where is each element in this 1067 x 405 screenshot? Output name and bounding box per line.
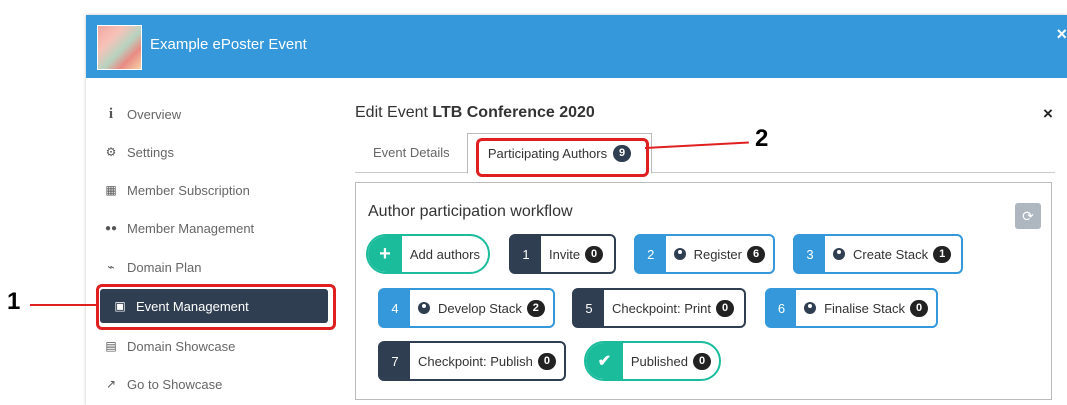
step-number: 3 — [795, 236, 825, 272]
user-icon — [833, 248, 845, 260]
step-create-stack[interactable]: 3 Create Stack 1 — [793, 234, 963, 274]
gear-icon: ⚙ — [105, 145, 117, 159]
sidebar-item-label: Settings — [127, 144, 174, 160]
sidebar-item-overview[interactable]: i Overview — [103, 102, 181, 126]
step-label: Checkpoint: Publish — [418, 353, 533, 369]
tab-event-details[interactable]: Event Details — [357, 133, 481, 172]
step-count-badge: 0 — [716, 299, 734, 317]
step-count-badge: 0 — [910, 299, 928, 317]
sidebar-item-label: Domain Showcase — [127, 338, 236, 354]
check-icon: ✔ — [586, 343, 623, 379]
user-icon — [418, 302, 430, 314]
tabs-divider — [355, 172, 1055, 173]
step-finalise-stack[interactable]: 6 Finalise Stack 0 — [765, 288, 938, 328]
step-checkpoint-print[interactable]: 5 Checkpoint: Print 0 — [572, 288, 746, 328]
step-number: 6 — [767, 290, 797, 326]
step-number: 2 — [636, 236, 666, 272]
tab-label: Event Details — [373, 145, 450, 160]
annotation-box-2 — [476, 138, 649, 177]
step-register[interactable]: 2 Register 6 — [634, 234, 775, 274]
step-count-badge: 6 — [747, 245, 765, 263]
step-label: Add authors — [409, 246, 480, 262]
workflow-title: Author participation workflow — [368, 203, 573, 220]
newspaper-icon: ▤ — [105, 339, 117, 353]
annotation-number-2: 2 — [755, 125, 769, 152]
sidebar-item-go-to-showcase[interactable]: ↗ Go to Showcase — [103, 372, 222, 396]
annotation-line-1 — [30, 304, 97, 306]
step-published[interactable]: ✔ Published 0 — [584, 341, 721, 381]
event-logo[interactable] — [97, 25, 142, 70]
paperclip-icon: ⌁ — [107, 260, 115, 274]
step-number: 4 — [380, 290, 410, 326]
qrcode-icon: ▦ — [105, 183, 117, 197]
users-icon: ●● — [104, 222, 118, 234]
external-link-icon: ↗ — [105, 377, 117, 391]
page-title-prefix: Edit Event — [355, 104, 428, 121]
step-label: Checkpoint: Print — [612, 300, 711, 316]
step-number: 1 — [511, 236, 541, 272]
window-close-icon[interactable]: × — [1056, 24, 1067, 45]
step-label: Develop Stack — [438, 300, 522, 316]
step-count-badge: 2 — [526, 299, 545, 317]
step-label: Create Stack — [853, 246, 929, 262]
sidebar-item-settings[interactable]: ⚙ Settings — [103, 140, 174, 164]
app-title: Example ePoster Event — [150, 36, 307, 53]
step-develop-stack[interactable]: 4 Develop Stack 2 — [378, 288, 555, 328]
step-count-badge: 0 — [537, 352, 556, 370]
sidebar-item-member-management[interactable]: ●● Member Management — [103, 216, 254, 240]
step-label: Register — [693, 246, 742, 262]
close-icon[interactable]: × — [1043, 104, 1053, 124]
step-add-authors[interactable]: + Add authors — [366, 234, 490, 274]
info-icon: i — [108, 105, 114, 122]
sidebar-item-label: Go to Showcase — [127, 376, 223, 392]
sidebar-item-label: Member Management — [127, 220, 255, 236]
step-checkpoint-publish[interactable]: 7 Checkpoint: Publish 0 — [378, 341, 566, 381]
step-count-badge: 0 — [693, 352, 711, 370]
event-name: LTB Conference 2020 — [432, 104, 595, 121]
step-count-badge: 0 — [585, 245, 604, 263]
annotation-box-1 — [96, 284, 336, 330]
user-icon — [673, 248, 686, 260]
sidebar-item-domain-showcase[interactable]: ▤ Domain Showcase — [103, 334, 235, 358]
sidebar-item-member-subscription[interactable]: ▦ Member Subscription — [103, 178, 250, 202]
sidebar-item-label: Domain Plan — [127, 259, 202, 275]
top-bar: Example ePoster Event × — [86, 15, 1067, 78]
sidebar-item-label: Member Subscription — [127, 182, 250, 198]
user-icon — [804, 302, 817, 314]
plus-icon: + — [368, 236, 402, 272]
annotation-number-1: 1 — [7, 288, 21, 315]
page-title: Edit Event LTB Conference 2020 — [355, 104, 595, 122]
refresh-icon[interactable]: ⟳ — [1015, 203, 1041, 229]
step-number: 7 — [380, 343, 410, 379]
sidebar-item-domain-plan[interactable]: ⌁ Domain Plan — [103, 255, 201, 279]
step-label: Invite — [549, 246, 581, 262]
step-label: Finalise Stack — [824, 300, 905, 316]
sidebar-item-label: Overview — [127, 106, 182, 122]
step-invite[interactable]: 1 Invite 0 — [509, 234, 616, 274]
step-number: 5 — [574, 290, 604, 326]
step-count-badge: 1 — [933, 245, 952, 263]
step-label: Published — [630, 353, 688, 369]
